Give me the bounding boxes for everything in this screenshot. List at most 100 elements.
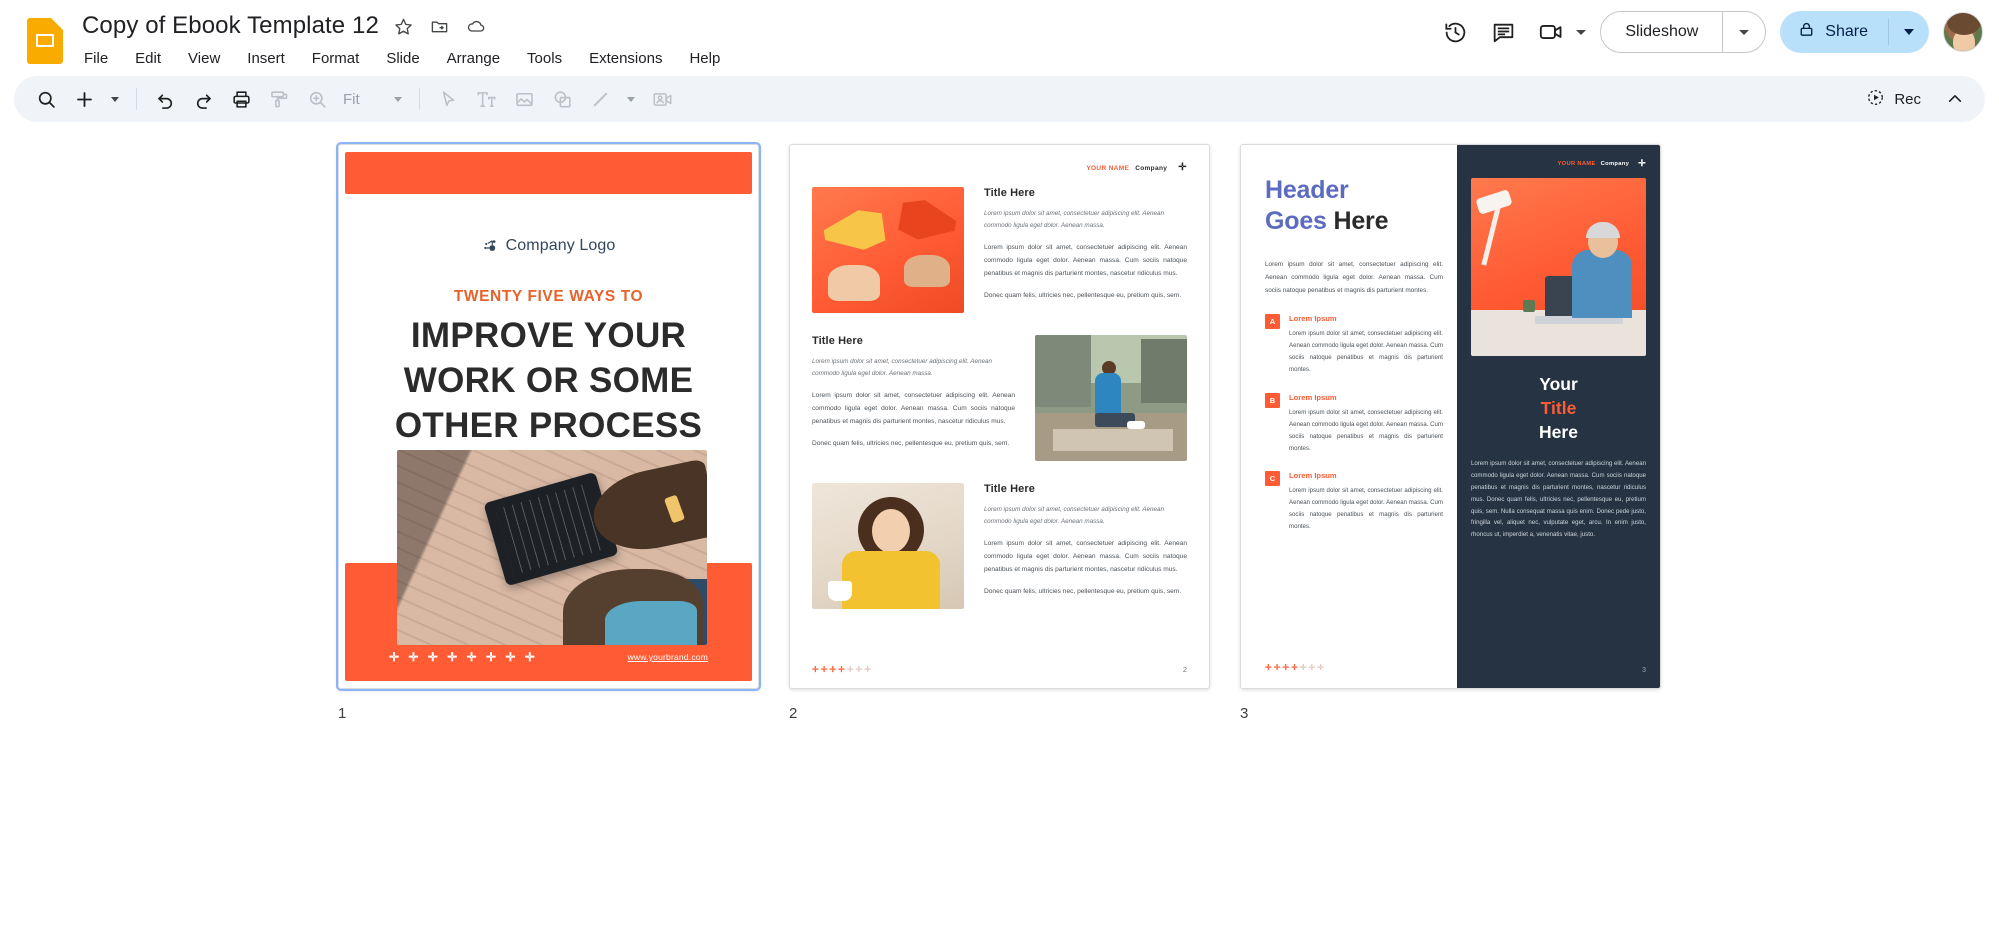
print-icon[interactable] — [223, 81, 259, 117]
slide3-item-b-body: Lorem ipsum dolor sit amet, consectetuer… — [1289, 408, 1443, 452]
menu-item-tools[interactable]: Tools — [525, 46, 564, 72]
google-meet-button[interactable] — [1527, 8, 1587, 56]
menu-item-extensions[interactable]: Extensions — [587, 46, 664, 72]
slide3-item-c: C Lorem Ipsum Lorem ipsum dolor sit amet… — [1265, 471, 1443, 533]
insert-shape-icon[interactable] — [544, 81, 580, 117]
slide2-brandbar: YOUR NAME Company ✛ — [812, 163, 1187, 173]
share-button[interactable]: Share — [1780, 11, 1888, 53]
insert-line-options-button[interactable] — [620, 81, 642, 117]
slide-canvas: Company Logo TWENTY FIVE WAYS TO IMPROVE… — [0, 122, 1999, 927]
chevron-up-icon[interactable] — [1937, 81, 1973, 117]
add-slide-icon[interactable] — [66, 81, 102, 117]
divider — [136, 88, 137, 110]
toolbar-right-actions: Rec — [1854, 76, 1973, 122]
insert-line-icon[interactable] — [582, 81, 618, 117]
slide2-body2-3: Donec quam felis, ultricies nec, pellent… — [984, 588, 1182, 596]
slide2-block-1: Title Here Lorem ipsum dolor sit amet, c… — [812, 187, 1187, 313]
slide1-headline-line3: OTHER PROCESS — [394, 406, 703, 445]
slide2-progress-marks: ✛✛✛✛✛✛✛ — [812, 665, 873, 674]
slide2-text-2: Title Here Lorem ipsum dolor sit amet, c… — [812, 335, 1015, 461]
slide-number-3: 3 — [1240, 705, 1249, 722]
menu-item-file[interactable]: File — [82, 46, 110, 72]
share-options-button[interactable] — [1889, 11, 1929, 53]
slide-3[interactable]: Header Goes Here Lorem ipsum dolor sit a… — [1240, 144, 1661, 689]
slide2-image-1 — [812, 187, 964, 313]
menu-item-help[interactable]: Help — [687, 46, 722, 72]
plus-icon: ✛ — [1638, 158, 1646, 168]
menu-item-view[interactable]: View — [186, 46, 222, 72]
menu-item-arrange[interactable]: Arrange — [445, 46, 502, 72]
slide3-brand-name: YOUR NAME — [1557, 160, 1596, 167]
zoom-level-dropdown[interactable] — [387, 81, 409, 117]
slide1-footer-marks: ✛ ✛ ✛ ✛ ✛ ✛ ✛ ✛ — [389, 650, 538, 664]
slide1-headline-line2: WORK OR SOME — [403, 361, 694, 400]
menu-item-slide[interactable]: Slide — [384, 46, 421, 72]
chevron-down-icon — [1904, 29, 1914, 35]
slide1-headline-line1: IMPROVE YOUR — [410, 316, 687, 355]
avatar[interactable] — [1943, 12, 1983, 52]
add-slide-options-button[interactable] — [104, 81, 126, 117]
insert-image-icon[interactable] — [506, 81, 542, 117]
menu-item-insert[interactable]: Insert — [245, 46, 287, 72]
star-icon[interactable] — [393, 15, 415, 37]
document-title[interactable]: Copy of Ebook Template 12 — [82, 11, 379, 41]
slide3-header-line1: Header — [1265, 176, 1349, 204]
slide2-body-2: Lorem ipsum dolor sit amet, consectetuer… — [812, 391, 1015, 425]
slide2-body-3: Lorem ipsum dolor sit amet, consectetuer… — [984, 539, 1187, 573]
zoom-icon[interactable] — [299, 81, 335, 117]
sprocket-logo-icon — [482, 238, 498, 254]
slide2-body-1: Lorem ipsum dolor sit amet, consectetuer… — [984, 243, 1187, 277]
redo-icon[interactable] — [185, 81, 221, 117]
menu-item-edit[interactable]: Edit — [133, 46, 163, 72]
paint-format-icon[interactable] — [261, 81, 297, 117]
share-button-group: Share — [1780, 11, 1929, 53]
slide3-item-b: B Lorem Ipsum Lorem ipsum dolor sit amet… — [1265, 392, 1443, 455]
slide1-photo — [397, 450, 707, 645]
app-header: Copy of Ebook Template 12 File Edit View… — [0, 0, 1999, 72]
cloud-saved-icon[interactable] — [465, 15, 487, 37]
record-icon — [1866, 88, 1885, 111]
slide3-badge-b: B — [1265, 392, 1280, 408]
slide3-item-a-body: Lorem ipsum dolor sit amet, consectetuer… — [1289, 330, 1443, 374]
cursor-select-icon[interactable] — [430, 81, 466, 117]
search-icon[interactable] — [28, 81, 64, 117]
slide2-block-3: Title Here Lorem ipsum dolor sit amet, c… — [812, 483, 1187, 609]
comment-icon[interactable] — [1479, 8, 1527, 56]
slide2-italic-2: Lorem ipsum dolor sit amet, consectetuer… — [812, 358, 993, 378]
slide3-header-line2-dark: Here — [1333, 207, 1389, 235]
divider — [419, 88, 420, 110]
zoom-level-value[interactable]: Fit — [337, 91, 385, 108]
slide3-header-line2-blue: Goes — [1265, 207, 1334, 235]
slide3-right-title-l2: Title — [1540, 398, 1577, 418]
chevron-down-icon — [1739, 29, 1750, 35]
slide2-body2-1: Donec quam felis, ultricies nec, pellent… — [984, 292, 1182, 300]
menu-item-format[interactable]: Format — [310, 46, 362, 72]
version-history-icon[interactable] — [1431, 8, 1479, 56]
move-to-folder-icon[interactable] — [429, 15, 451, 37]
undo-icon[interactable] — [147, 81, 183, 117]
slideshow-button[interactable]: Slideshow — [1601, 12, 1722, 52]
slide-1[interactable]: Company Logo TWENTY FIVE WAYS TO IMPROVE… — [338, 144, 759, 689]
slide1-headline: IMPROVE YOUR WORK OR SOME OTHER PROCESS — [367, 313, 730, 448]
slide2-brand-company: Company — [1135, 164, 1168, 172]
slide1-logo-row: Company Logo — [339, 237, 758, 255]
record-button[interactable]: Rec — [1854, 81, 1933, 117]
slideshow-button-group: Slideshow — [1600, 11, 1767, 53]
chevron-down-icon — [111, 96, 119, 102]
chevron-down-icon[interactable] — [1576, 29, 1587, 35]
slide2-body2-2: Donec quam felis, ultricies nec, pellent… — [812, 440, 1010, 448]
slide2-image-2 — [1035, 335, 1187, 461]
google-meet-camera-icon[interactable] — [1527, 8, 1575, 56]
google-slides-icon[interactable] — [22, 16, 68, 68]
slideshow-options-button[interactable] — [1723, 12, 1765, 52]
slide3-right-title-l1: Your — [1539, 374, 1578, 394]
chevron-down-icon — [627, 96, 635, 102]
slide1-logo-label: Company Logo — [505, 237, 616, 254]
slide2-italic-1: Lorem ipsum dolor sit amet, consectetuer… — [984, 210, 1165, 230]
insert-video-icon[interactable] — [644, 81, 680, 117]
text-box-icon[interactable] — [468, 81, 504, 117]
slide-2[interactable]: YOUR NAME Company ✛ Title Here Lorem ips… — [789, 144, 1210, 689]
slide3-badge-a: A — [1265, 314, 1280, 330]
plus-icon: ✛ — [1178, 162, 1187, 173]
chevron-down-icon — [394, 96, 402, 102]
